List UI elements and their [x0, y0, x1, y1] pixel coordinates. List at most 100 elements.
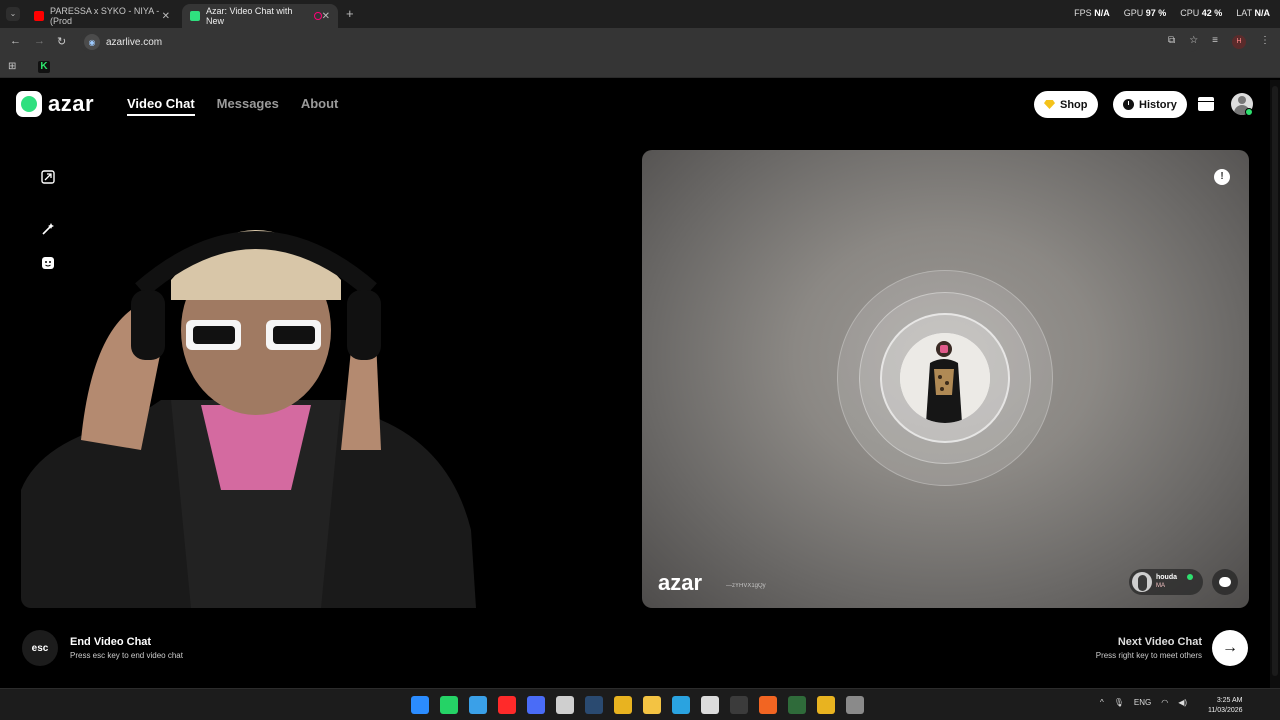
- tab-azar[interactable]: Azar: Video Chat with New ✕: [182, 4, 338, 28]
- logo-text: azar: [48, 91, 95, 116]
- esc-button[interactable]: esc: [22, 630, 58, 666]
- peer-avatar: [1132, 572, 1152, 592]
- site-info-icon[interactable]: ◉: [84, 34, 100, 50]
- peer-profile-photo: [900, 333, 990, 423]
- gpu-label: GPU: [1123, 8, 1144, 18]
- performance-overlay: FPS N/A GPU 97 % CPU 42 % LAT N/A: [1074, 8, 1270, 18]
- nav-about[interactable]: About: [301, 96, 339, 116]
- next-video-chat-control: Next Video Chat Press right key to meet …: [1096, 630, 1248, 666]
- chrome-icon[interactable]: [614, 696, 632, 714]
- peer-info-chip[interactable]: houda MA: [1129, 569, 1203, 595]
- tab-youtube[interactable]: PARESSA x SYKO - NIYA - (Prod ✕: [26, 4, 178, 28]
- lat-label: LAT: [1236, 8, 1252, 18]
- chat-message-button[interactable]: [1212, 569, 1238, 595]
- youtube-favicon-icon: [34, 11, 44, 21]
- youtube-icon[interactable]: [498, 696, 516, 714]
- browser-menu-icon[interactable]: ⋮: [1260, 35, 1270, 49]
- close-tab-icon[interactable]: ✕: [322, 11, 330, 22]
- reload-icon[interactable]: ↻: [57, 35, 66, 48]
- microphone-icon[interactable]: 🎙: [1114, 698, 1124, 707]
- recording-icon: [313, 12, 322, 20]
- chrome-active-icon[interactable]: [817, 696, 835, 714]
- end-chat-hint: Press esc key to end video chat: [70, 651, 183, 660]
- cpu-value: 42 %: [1201, 8, 1223, 18]
- profile-avatar[interactable]: H: [1232, 35, 1246, 49]
- check-icon[interactable]: [556, 696, 574, 714]
- scrollbar-thumb[interactable]: [1272, 86, 1278, 676]
- end-chat-title: End Video Chat: [70, 636, 152, 648]
- next-chat-title: Next Video Chat: [1117, 636, 1202, 648]
- shop-label: Shop: [1060, 98, 1088, 111]
- app-blue-icon[interactable]: [527, 696, 545, 714]
- close-tab-icon[interactable]: ✕: [162, 11, 170, 22]
- gpu-value: 97 %: [1145, 8, 1167, 18]
- taskbar-apps: [411, 696, 864, 714]
- page-scrollbar[interactable]: [1270, 80, 1280, 688]
- azar-logo[interactable]: azar: [16, 91, 94, 117]
- peer-verified-icon: [1187, 574, 1193, 580]
- online-status-dot: [1245, 108, 1253, 116]
- inbox-icon[interactable]: [1198, 97, 1214, 111]
- minimize-video-icon[interactable]: [40, 169, 56, 185]
- azar-favicon-icon: [190, 11, 200, 21]
- fps-label: FPS: [1074, 8, 1092, 18]
- azar-watermark: azar: [658, 570, 703, 595]
- chat-bubble-icon: [1219, 577, 1231, 587]
- taskbar-clock[interactable]: 3:25 AM 11/03/2026: [1208, 696, 1243, 716]
- address-bar[interactable]: ◉ azarlive.com: [80, 32, 1200, 52]
- self-video-panel: [21, 150, 628, 608]
- history-label: History: [1139, 98, 1177, 111]
- next-arrow-button[interactable]: →: [1212, 630, 1248, 666]
- tab-title: PARESSA x SYKO - NIYA - (Prod: [50, 6, 160, 26]
- apps-grid-icon[interactable]: ⊞: [8, 61, 16, 72]
- browser-toolbar: ← → ↻ ◉ azarlive.com ⧉ ☆ ≡ H ⋮: [0, 28, 1280, 56]
- install-app-icon[interactable]: ⧉: [1168, 35, 1175, 49]
- tab-title: Azar: Video Chat with New: [206, 6, 293, 26]
- bookmark-star-icon[interactable]: ☆: [1189, 35, 1198, 49]
- bookmarks-bar: ⊞ K: [0, 56, 1280, 78]
- peer-video-panel: ! azar —zYHVX1gQy houda MA: [642, 150, 1249, 608]
- tab-search-icon[interactable]: ⌄: [6, 7, 20, 21]
- file-icon[interactable]: [469, 696, 487, 714]
- next-chat-hint: Press right key to meet others: [1095, 651, 1202, 660]
- clock-icon: [1123, 99, 1134, 110]
- language-indicator[interactable]: ENG: [1134, 698, 1151, 707]
- fps-value: N/A: [1094, 8, 1110, 18]
- forward-arrow-icon[interactable]: →: [34, 35, 45, 47]
- whatsapp-icon[interactable]: [440, 696, 458, 714]
- url-text: azarlive.com: [106, 36, 163, 48]
- volume-icon[interactable]: ◀): [1178, 698, 1187, 707]
- gem-icon: [1044, 100, 1055, 109]
- terminal-icon[interactable]: [730, 696, 748, 714]
- self-camera-feed: [21, 230, 476, 608]
- peer-name: houda: [1156, 574, 1177, 581]
- chrome-alt-icon[interactable]: [846, 696, 864, 714]
- tray-chevron-icon[interactable]: ^: [1100, 698, 1104, 707]
- windows-start-icon[interactable]: [411, 696, 429, 714]
- azar-app: azar Video Chat Messages About Shop Hist…: [0, 80, 1270, 688]
- back-arrow-icon[interactable]: ←: [10, 35, 21, 47]
- windows-taskbar: ^ 🎙 ENG ◠ ◀) 3:25 AM 11/03/2026: [0, 688, 1280, 720]
- folder-icon[interactable]: [643, 696, 661, 714]
- kick-bookmark-icon[interactable]: K: [38, 61, 50, 73]
- wifi-icon[interactable]: ◠: [1161, 698, 1168, 707]
- nav-video-chat[interactable]: Video Chat: [127, 96, 195, 116]
- history-button[interactable]: History: [1113, 91, 1187, 118]
- cpu-label: CPU: [1180, 8, 1200, 18]
- azar-logo-icon: [16, 91, 42, 117]
- steam-icon[interactable]: [585, 696, 603, 714]
- nav-messages[interactable]: Messages: [217, 96, 279, 116]
- grid-app-icon[interactable]: [788, 696, 806, 714]
- shop-button[interactable]: Shop: [1034, 91, 1098, 118]
- main-nav: Video Chat Messages About: [127, 96, 338, 116]
- clock-date: 11/03/2026: [1208, 707, 1243, 714]
- browser-tab-strip: ⌄ PARESSA x SYKO - NIYA - (Prod ✕ Azar: …: [0, 0, 1280, 28]
- toolbar-actions: ⧉ ☆ ≡ H ⋮: [1168, 35, 1270, 49]
- telegram-icon[interactable]: [672, 696, 690, 714]
- report-button[interactable]: !: [1214, 169, 1230, 185]
- reading-list-icon[interactable]: ≡: [1212, 35, 1218, 49]
- new-tab-button[interactable]: +: [346, 6, 354, 21]
- store-icon[interactable]: [701, 696, 719, 714]
- origin-icon[interactable]: [759, 696, 777, 714]
- lat-value: N/A: [1254, 8, 1271, 18]
